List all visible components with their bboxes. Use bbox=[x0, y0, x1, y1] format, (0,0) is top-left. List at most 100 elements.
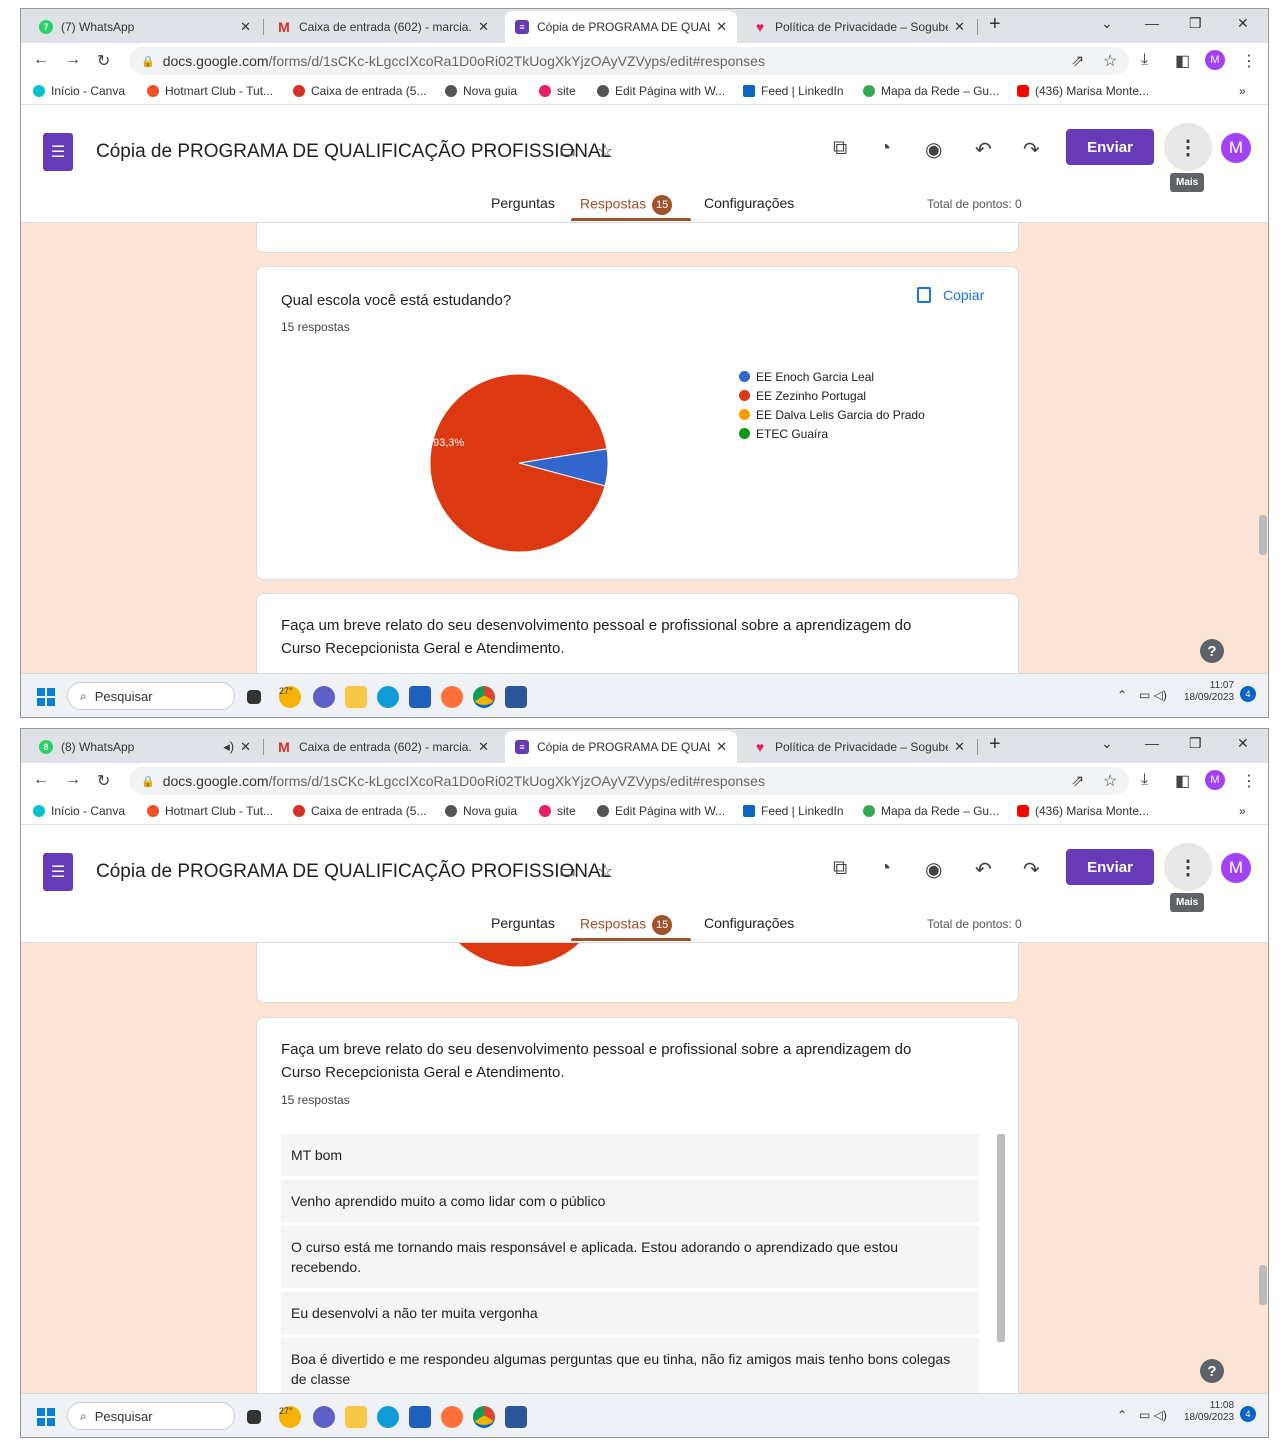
new-tab-button[interactable]: + bbox=[989, 733, 1001, 756]
teams-icon[interactable] bbox=[313, 686, 335, 708]
forms-logo-icon[interactable]: ☰ bbox=[43, 133, 73, 171]
close-icon[interactable]: ✕ bbox=[716, 19, 727, 35]
tray-chevron-icon[interactable]: ⌃ bbox=[1117, 688, 1127, 702]
taskbar-search[interactable]: ⌕ Pesquisar bbox=[67, 1402, 235, 1430]
network-volume-icon[interactable]: ▭ ◁) bbox=[1139, 1408, 1167, 1422]
back-icon[interactable]: ← bbox=[33, 771, 49, 789]
form-title[interactable]: Cópia de PROGRAMA DE QUALIFICAÇÃO PROFIS… bbox=[96, 861, 611, 883]
profile-avatar[interactable]: M bbox=[1205, 50, 1225, 70]
clock[interactable]: 11:07 18/09/2023 bbox=[1184, 680, 1234, 704]
tab-responses[interactable]: Respostas 15 bbox=[580, 915, 673, 935]
reload-icon[interactable]: ↻ bbox=[97, 771, 110, 791]
menu-icon[interactable]: ⋮ bbox=[1241, 771, 1257, 791]
bookmark-canva[interactable]: Início - Canva bbox=[33, 84, 125, 98]
folder-icon[interactable]: ▭ bbox=[559, 861, 576, 882]
tab-gmail[interactable]: M Caixa de entrada (602) - marcia.m ✕ bbox=[267, 11, 499, 43]
reload-icon[interactable]: ↻ bbox=[97, 51, 110, 71]
help-icon[interactable]: ? bbox=[1200, 639, 1224, 663]
palette-icon[interactable]: ◔ bbox=[879, 137, 891, 160]
star-icon[interactable]: ☆ bbox=[597, 141, 613, 162]
firefox-icon[interactable] bbox=[441, 686, 463, 708]
star-icon[interactable]: ☆ bbox=[1103, 51, 1117, 71]
notification-badge[interactable]: 4 bbox=[1240, 1406, 1256, 1422]
chrome-icon[interactable] bbox=[473, 1406, 495, 1428]
firefox-icon[interactable] bbox=[441, 1406, 463, 1428]
more-bookmarks[interactable]: » bbox=[1239, 84, 1246, 98]
close-icon[interactable]: ✕ bbox=[716, 739, 727, 755]
chrome-icon[interactable] bbox=[473, 686, 495, 708]
folder-icon[interactable]: ▭ bbox=[559, 141, 576, 162]
store-icon[interactable] bbox=[409, 1406, 431, 1428]
taskbar-search[interactable]: ⌕ Pesquisar bbox=[67, 682, 235, 710]
bookmark-edit-page[interactable]: Edit Página with W... bbox=[597, 804, 725, 818]
help-icon[interactable]: ? bbox=[1200, 1359, 1224, 1383]
edge-icon[interactable] bbox=[377, 686, 399, 708]
tab-settings[interactable]: Configurações bbox=[704, 195, 794, 211]
addons-icon[interactable]: ⧉ bbox=[833, 137, 847, 160]
share-icon[interactable]: ⇗ bbox=[1071, 771, 1084, 791]
star-icon[interactable]: ☆ bbox=[597, 861, 613, 882]
profile-avatar[interactable]: M bbox=[1205, 770, 1225, 790]
tab-privacy[interactable]: ♥ Política de Privacidade – Sogube ✕ bbox=[743, 11, 975, 43]
tab-responses[interactable]: Respostas 15 bbox=[580, 195, 673, 215]
addons-icon[interactable]: ⧉ bbox=[833, 857, 847, 880]
notification-badge[interactable]: 4 bbox=[1240, 686, 1256, 702]
tab-forms[interactable]: ≡ Cópia de PROGRAMA DE QUALIF ✕ bbox=[505, 11, 737, 43]
clock[interactable]: 11:08 18/09/2023 bbox=[1184, 1400, 1234, 1424]
forward-icon[interactable]: → bbox=[65, 51, 81, 69]
tab-search-icon[interactable]: ⌄ bbox=[1101, 735, 1113, 752]
bookmark-new-tab[interactable]: Nova guia bbox=[445, 804, 517, 818]
side-panel-icon[interactable]: ◧ bbox=[1175, 771, 1190, 791]
redo-icon[interactable]: ↷ bbox=[1023, 137, 1040, 162]
download-icon[interactable]: ⤓ bbox=[1141, 51, 1148, 69]
url-field[interactable]: 🔒 docs.google.com/forms/d/1sCKc-kLgccIXc… bbox=[129, 767, 1129, 795]
restore-icon[interactable]: ❐ bbox=[1189, 735, 1202, 752]
account-avatar[interactable]: M bbox=[1221, 133, 1251, 163]
bookmark-hotmart[interactable]: Hotmart Club - Tut... bbox=[147, 84, 273, 98]
teams-icon[interactable] bbox=[313, 1406, 335, 1428]
url-field[interactable]: 🔒 docs.google.com/forms/d/1sCKc-kLgccIXc… bbox=[129, 47, 1129, 75]
tab-questions[interactable]: Perguntas bbox=[491, 915, 555, 931]
bookmark-edit-page[interactable]: Edit Página with W... bbox=[597, 84, 725, 98]
close-window-icon[interactable]: ✕ bbox=[1237, 15, 1249, 32]
more-bookmarks[interactable]: » bbox=[1239, 804, 1246, 818]
page-scrollbar[interactable] bbox=[1259, 1265, 1267, 1305]
menu-icon[interactable]: ⋮ bbox=[1241, 51, 1257, 71]
star-icon[interactable]: ☆ bbox=[1103, 771, 1117, 791]
bookmark-youtube[interactable]: (436) Marisa Monte... bbox=[1017, 804, 1149, 818]
windows-start-icon[interactable] bbox=[37, 688, 55, 706]
tab-settings[interactable]: Configurações bbox=[704, 915, 794, 931]
weather-icon[interactable]: 27° bbox=[279, 686, 301, 708]
bookmark-canva[interactable]: Início - Canva bbox=[33, 804, 125, 818]
tab-whatsapp[interactable]: 8 (8) WhatsApp ◂) ✕ bbox=[29, 731, 261, 763]
bookmark-gmail[interactable]: Caixa de entrada (5... bbox=[293, 804, 426, 818]
task-view-icon[interactable] bbox=[247, 1410, 261, 1424]
task-view-icon[interactable] bbox=[247, 690, 261, 704]
undo-icon[interactable]: ↶ bbox=[975, 857, 992, 882]
close-icon[interactable]: ✕ bbox=[954, 739, 965, 755]
close-window-icon[interactable]: ✕ bbox=[1237, 735, 1249, 752]
preview-eye-icon[interactable]: ◉ bbox=[925, 137, 942, 162]
undo-icon[interactable]: ↶ bbox=[975, 137, 992, 162]
bookmark-linkedin[interactable]: Feed | LinkedIn bbox=[743, 84, 844, 98]
form-title[interactable]: Cópia de PROGRAMA DE QUALIFICAÇÃO PROFIS… bbox=[96, 141, 611, 163]
bookmark-site[interactable]: site bbox=[539, 84, 576, 98]
forward-icon[interactable]: → bbox=[65, 771, 81, 789]
response-list-scrollbar[interactable] bbox=[997, 1134, 1005, 1342]
preview-eye-icon[interactable]: ◉ bbox=[925, 857, 942, 882]
bookmark-new-tab[interactable]: Nova guia bbox=[445, 84, 517, 98]
more-options-icon[interactable]: ⋮ bbox=[1164, 843, 1212, 891]
minimize-icon[interactable]: — bbox=[1145, 15, 1159, 31]
close-icon[interactable]: ✕ bbox=[954, 19, 965, 35]
bookmark-site[interactable]: site bbox=[539, 804, 576, 818]
windows-start-icon[interactable] bbox=[37, 1408, 55, 1426]
bookmark-gmail[interactable]: Caixa de entrada (5... bbox=[293, 84, 426, 98]
store-icon[interactable] bbox=[409, 686, 431, 708]
bookmark-youtube[interactable]: (436) Marisa Monte... bbox=[1017, 84, 1149, 98]
minimize-icon[interactable]: — bbox=[1145, 735, 1159, 751]
close-icon[interactable]: ✕ bbox=[478, 19, 489, 35]
tray-chevron-icon[interactable]: ⌃ bbox=[1117, 1408, 1127, 1422]
tab-forms[interactable]: ≡ Cópia de PROGRAMA DE QUALIF ✕ bbox=[505, 731, 737, 763]
file-explorer-icon[interactable] bbox=[345, 686, 367, 708]
bookmark-hotmart[interactable]: Hotmart Club - Tut... bbox=[147, 804, 273, 818]
